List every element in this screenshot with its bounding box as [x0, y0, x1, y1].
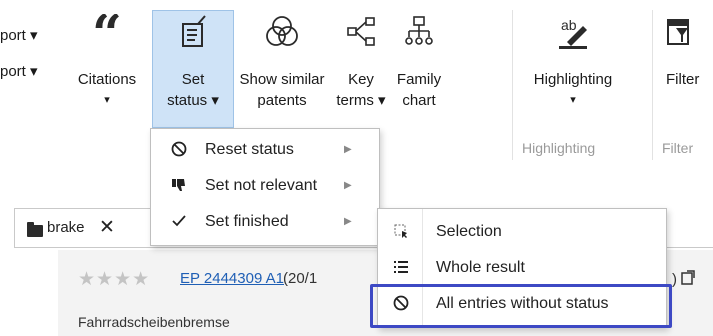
patent-date: (20/1: [283, 270, 318, 287]
menu-item-reset-status[interactable]: Reset status ▶: [151, 133, 379, 167]
show-similar-label-1: Show similar: [239, 71, 325, 88]
group-label-filter: Filter: [662, 140, 694, 156]
tab-label: brake: [47, 219, 85, 236]
menu-item-set-finished[interactable]: Set finished ▶: [151, 205, 379, 239]
rating-stars[interactable]: ★★★★: [78, 268, 150, 291]
close-icon[interactable]: ✕: [99, 216, 115, 239]
citations-label: Citations: [77, 71, 137, 88]
highlighter-icon: ab: [559, 17, 587, 49]
submenu-item-label: Whole result: [436, 259, 525, 276]
family-chart-label-1: Family: [396, 71, 442, 88]
submenu-item-label: Selection: [436, 223, 502, 240]
submenu-arrow-icon: ▶: [344, 216, 352, 227]
open-icon[interactable]: [681, 270, 695, 286]
checkmark-icon: [169, 205, 189, 239]
folder-icon: [27, 222, 43, 237]
key-terms-button[interactable]: Key terms ▾: [334, 14, 388, 111]
patent-tail: ): [672, 270, 695, 288]
venn-icon: [266, 16, 298, 46]
set-status-content[interactable]: Set status ▾: [152, 14, 234, 111]
tab-brake[interactable]: brake ✕: [14, 208, 152, 248]
export-menu-item-2[interactable]: port ▾: [0, 62, 38, 80]
patent-tail-text: ): [672, 271, 682, 288]
menu-item-label: Set finished: [205, 213, 289, 230]
key-terms-label-1: Key: [348, 71, 374, 88]
submenu-item-selection[interactable]: Selection: [378, 215, 666, 249]
export-menu-item-1[interactable]: port ▾: [0, 26, 38, 44]
filter-label: Filter: [666, 71, 700, 88]
set-status-label-1: Set: [181, 71, 205, 88]
list-icon: [390, 251, 412, 285]
submenu-arrow-icon: ▶: [344, 180, 352, 191]
selection-icon: [390, 215, 412, 249]
set-status-menu: Reset status ▶ Set not relevant ▶ Set fi…: [150, 128, 380, 246]
svg-text:ab: ab: [561, 17, 577, 33]
ribbon-divider: [512, 10, 513, 160]
highlighting-label: Highlighting: [533, 71, 613, 88]
menu-item-set-not-relevant[interactable]: Set not relevant ▶: [151, 169, 379, 203]
family-chart-button[interactable]: Family chart: [388, 14, 450, 111]
menu-item-label: Reset status: [205, 141, 294, 158]
chevron-down-icon: ▾: [570, 94, 576, 106]
family-chart-label-2: chart: [402, 92, 436, 109]
show-similar-patents-button[interactable]: Show similar patents: [232, 14, 332, 111]
reset-circle-icon: [169, 133, 189, 167]
highlighting-button[interactable]: ab Highlighting ▾: [520, 14, 626, 111]
svg-text:“: “: [92, 14, 122, 50]
submenu-item-whole-result[interactable]: Whole result: [378, 251, 666, 285]
set-status-label-2: status ▾: [167, 92, 219, 109]
patent-title: Fahrradscheibenbremse: [78, 314, 230, 330]
chevron-down-icon: ▾: [104, 94, 110, 106]
key-terms-icon: [347, 17, 375, 46]
group-label-highlighting: Highlighting: [522, 140, 596, 156]
key-terms-label-2: terms ▾: [336, 92, 386, 109]
citations-button[interactable]: “ Citations ▾: [64, 14, 150, 111]
edit-status-icon: [182, 15, 206, 47]
filter-button[interactable]: Filter: [660, 14, 713, 90]
patent-link[interactable]: EP 2444309 A1: [180, 270, 284, 287]
quote-icon: “: [92, 14, 122, 50]
ribbon-divider: [652, 10, 653, 160]
submenu-arrow-icon: ▶: [344, 144, 352, 155]
highlight-frame: [370, 284, 672, 328]
filter-icon: [667, 19, 689, 45]
show-similar-label-2: patents: [257, 92, 307, 109]
thumbs-down-icon: [169, 169, 189, 203]
hierarchy-icon: [405, 16, 433, 45]
menu-item-label: Set not relevant: [205, 177, 318, 194]
